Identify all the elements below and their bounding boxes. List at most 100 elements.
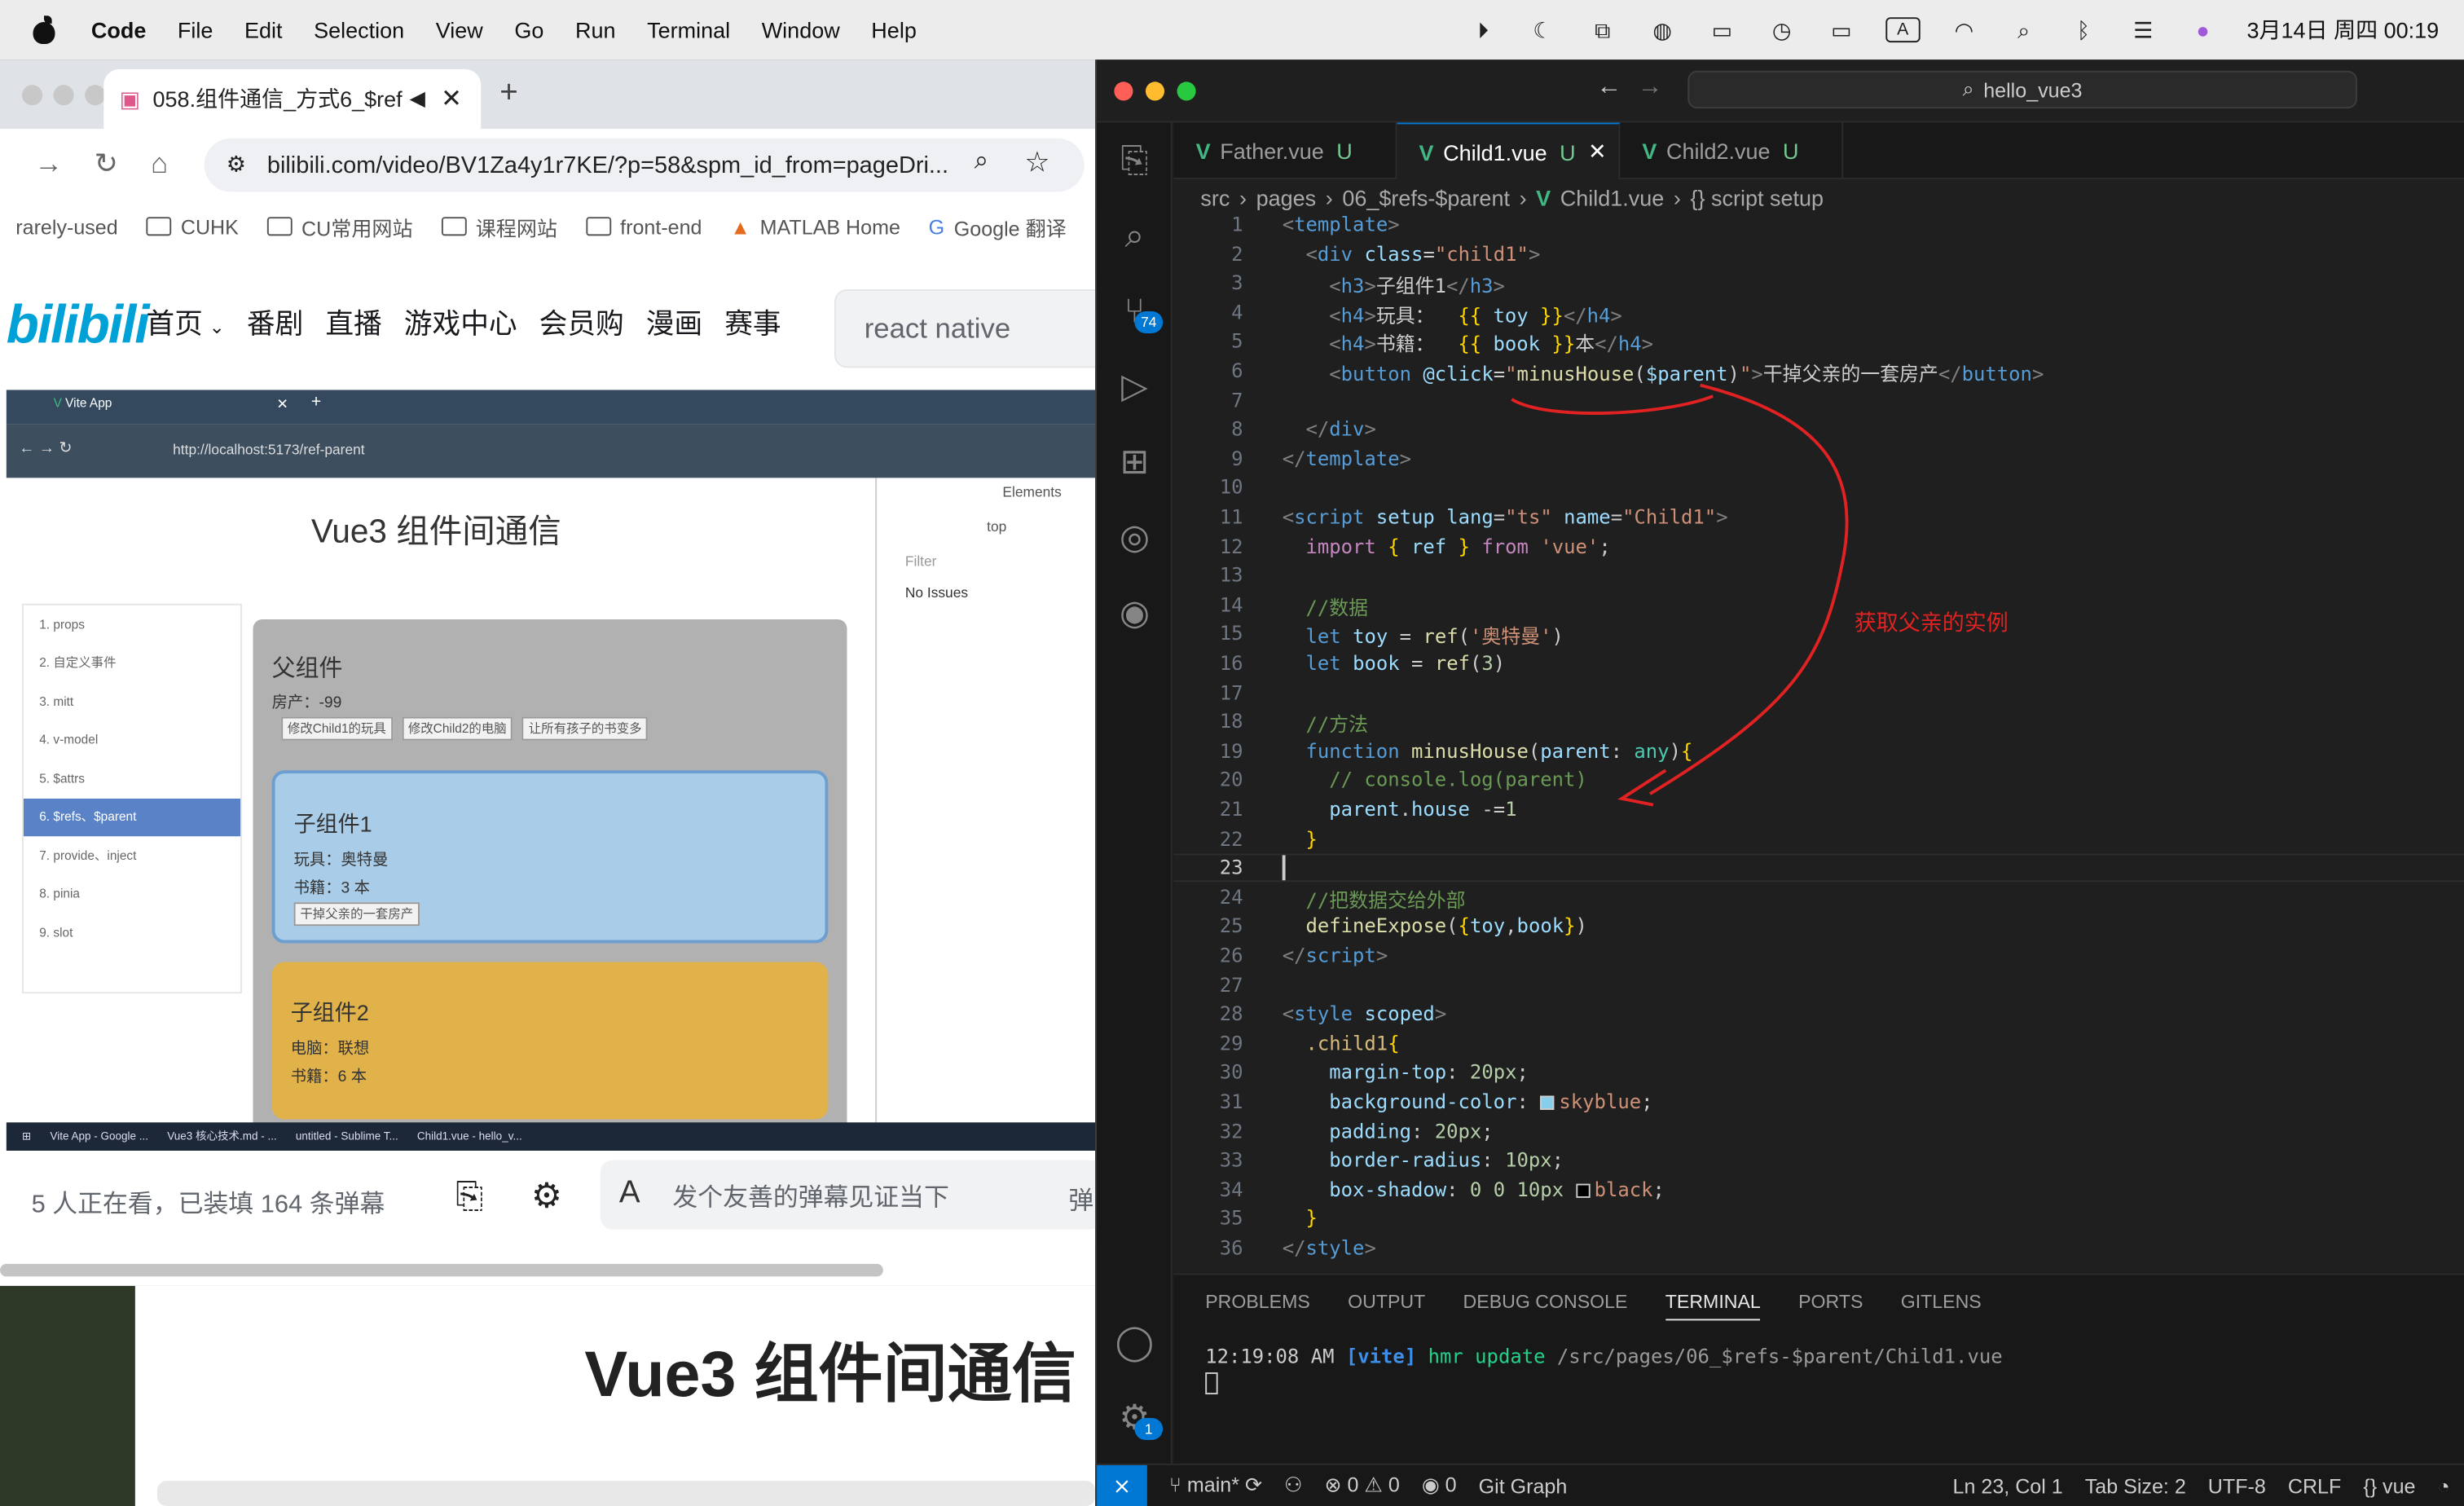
- bookmark-matlab[interactable]: ▲ MATLAB Home: [730, 214, 900, 238]
- live-share-icon[interactable]: ⚇: [1284, 1473, 1302, 1498]
- bookmark-rarely-used[interactable]: rarely-used: [15, 214, 117, 238]
- command-center[interactable]: ⌕ hello_vue3: [1687, 70, 2357, 109]
- bluetooth-icon[interactable]: ᛒ: [2068, 17, 2100, 42]
- sidebar-icon[interactable]: ▭: [1706, 16, 1738, 42]
- close-tab-icon[interactable]: ✕: [441, 83, 462, 115]
- status-encoding[interactable]: UTF-8: [2208, 1474, 2266, 1498]
- panel-tab-ports[interactable]: PORTS: [1798, 1291, 1863, 1321]
- menu-run[interactable]: Run: [575, 17, 616, 42]
- status-branch[interactable]: ⑂ main* ⟳: [1169, 1473, 1262, 1498]
- status-problems[interactable]: ⊗ 0 ⚠ 0: [1324, 1473, 1399, 1498]
- gear-icon[interactable]: ⚙ 1: [1112, 1396, 1164, 1440]
- danmaku-toggle-icon[interactable]: ⎘: [455, 1176, 483, 1217]
- menu-datetime[interactable]: 3月14日 周四 00:19: [2247, 14, 2440, 46]
- menu-help[interactable]: Help: [871, 17, 917, 42]
- status-git-graph[interactable]: Git Graph: [1479, 1473, 1568, 1497]
- source-control-icon[interactable]: ⑂ 74: [1112, 289, 1164, 333]
- text-style-icon[interactable]: A: [619, 1176, 640, 1212]
- zoom-window-button[interactable]: [1177, 81, 1196, 101]
- video-player[interactable]: V Vite App ✕ + ← → ↻ http://localhost:51…: [6, 390, 1096, 1152]
- menu-file[interactable]: File: [178, 17, 213, 42]
- minimize-window-button[interactable]: [53, 85, 74, 106]
- new-tab-button[interactable]: +: [499, 76, 518, 112]
- breadcrumb-file[interactable]: V Child1.vue: [1536, 186, 1664, 211]
- play-icon[interactable]: ⏵: [1467, 16, 1499, 42]
- danmaku-send-button[interactable]: 弹: [1068, 1179, 1093, 1217]
- menu-edit[interactable]: Edit: [244, 17, 283, 42]
- close-tab-icon[interactable]: ✕: [1588, 139, 1607, 165]
- bookmark-front-end[interactable]: front-end: [585, 214, 702, 238]
- menu-view[interactable]: View: [436, 17, 483, 42]
- nav-vip-shop[interactable]: 会员购: [539, 302, 624, 342]
- zoom-icon[interactable]: ⌕: [975, 148, 988, 176]
- nav-anime[interactable]: 番剧: [247, 302, 303, 342]
- bookmark-star-icon[interactable]: ☆: [1024, 146, 1049, 179]
- input-method-icon[interactable]: A: [1885, 17, 1921, 43]
- nav-game-center[interactable]: 游戏中心: [404, 302, 517, 342]
- zoom-window-button[interactable]: [85, 85, 106, 106]
- tab-father-vue[interactable]: V Father.vue U: [1174, 122, 1397, 179]
- tab-child1-vue[interactable]: V Child1.vue U ✕: [1397, 122, 1621, 179]
- bookmark-course-sites[interactable]: 课程网站: [441, 211, 557, 241]
- status-language[interactable]: {} vue: [2363, 1474, 2415, 1498]
- address-bar[interactable]: ⚙ bilibili.com/video/BV1Za4y1r7KE/?p=58&…: [204, 138, 1085, 192]
- status-position[interactable]: Ln 23, Col 1: [1953, 1474, 2063, 1498]
- minimize-window-button[interactable]: [1145, 81, 1165, 101]
- status-ports[interactable]: ◉ 0: [1422, 1473, 1457, 1498]
- breadcrumb-src[interactable]: src: [1200, 186, 1230, 211]
- screens-icon[interactable]: ⧉: [1587, 16, 1619, 42]
- site-info-icon[interactable]: ⚙: [227, 151, 246, 178]
- bilibili-logo[interactable]: bilibili: [7, 296, 150, 357]
- gitlens-icon[interactable]: ◉: [1112, 591, 1156, 635]
- browser-tab[interactable]: ▣ 058.组件通信_方式6_$ref ◀ ✕: [103, 68, 482, 130]
- battery-icon[interactable]: ▭: [1826, 16, 1858, 42]
- git-graph-icon[interactable]: ◎: [1112, 516, 1156, 560]
- nav-home[interactable]: 首页 ⌄: [146, 302, 225, 342]
- remote-indicator-icon[interactable]: ⨯: [1097, 1464, 1147, 1506]
- code-editor[interactable]: 1 <template> 2 <div class="child1"> 3 <h3>子…: [1173, 210, 2464, 1274]
- time-machine-icon[interactable]: ◷: [1766, 16, 1797, 42]
- tab-child2-vue[interactable]: V Child2.vue U: [1620, 122, 1844, 179]
- home-icon[interactable]: ⌂: [151, 148, 168, 181]
- panel-tab-gitlens[interactable]: GITLENS: [1901, 1291, 1982, 1321]
- bookmark-google-translate[interactable]: G Google 翻译: [929, 211, 1067, 241]
- menu-go[interactable]: Go: [514, 17, 543, 42]
- panel-tab-output[interactable]: OUTPUT: [1348, 1291, 1425, 1321]
- menu-terminal[interactable]: Terminal: [647, 17, 730, 42]
- danmaku-input[interactable]: A 发个友善的弹幕见证当下 弹: [600, 1160, 1103, 1230]
- panel-tab-debug-console[interactable]: DEBUG CONSOLE: [1463, 1291, 1628, 1321]
- run-debug-icon[interactable]: ▷: [1112, 365, 1156, 409]
- close-window-button[interactable]: [21, 85, 43, 106]
- reload-icon[interactable]: ↻: [95, 148, 118, 181]
- panel-tab-problems[interactable]: PROBLEMS: [1205, 1291, 1310, 1321]
- nav-manga[interactable]: 漫画: [646, 302, 702, 342]
- status-eol[interactable]: CRLF: [2288, 1474, 2341, 1498]
- close-window-button[interactable]: [1114, 81, 1133, 101]
- danmaku-settings-icon[interactable]: ⚙: [531, 1176, 562, 1217]
- moon-icon[interactable]: ☾: [1527, 16, 1559, 42]
- explorer-icon[interactable]: ⎘: [1112, 139, 1156, 183]
- status-tab-size[interactable]: Tab Size: 2: [2085, 1474, 2186, 1498]
- nav-esports[interactable]: 赛事: [724, 302, 781, 342]
- bookmark-cuhk[interactable]: CUHK: [146, 214, 239, 238]
- forward-icon[interactable]: →: [34, 148, 63, 181]
- siri-icon[interactable]: ●: [2187, 17, 2219, 42]
- speaker-icon[interactable]: ◀: [410, 86, 425, 112]
- wechat-icon[interactable]: ◍: [1647, 16, 1679, 42]
- menu-app-name[interactable]: Code: [91, 17, 146, 42]
- back-icon[interactable]: ←: [1596, 74, 1621, 103]
- menu-selection[interactable]: Selection: [314, 17, 404, 42]
- breadcrumb-folder[interactable]: 06_$refs-$parent: [1342, 186, 1510, 211]
- extensions-icon[interactable]: ⊞: [1112, 440, 1156, 484]
- notifications-icon[interactable]: ◔: [2437, 1474, 2449, 1498]
- account-icon[interactable]: ◯: [1112, 1320, 1156, 1364]
- menu-window[interactable]: Window: [762, 17, 840, 42]
- panel-tab-terminal[interactable]: TERMINAL: [1665, 1291, 1761, 1321]
- apple-menu-icon[interactable]: [32, 15, 57, 45]
- nav-live[interactable]: 直播: [325, 302, 381, 342]
- breadcrumb-pages[interactable]: pages: [1256, 186, 1317, 211]
- search-icon[interactable]: ⌕: [1112, 214, 1156, 258]
- wifi-icon[interactable]: ◠: [1948, 16, 1980, 42]
- control-center-icon[interactable]: ☰: [2127, 16, 2159, 42]
- bookmark-cu-sites[interactable]: CU常用网站: [266, 211, 413, 241]
